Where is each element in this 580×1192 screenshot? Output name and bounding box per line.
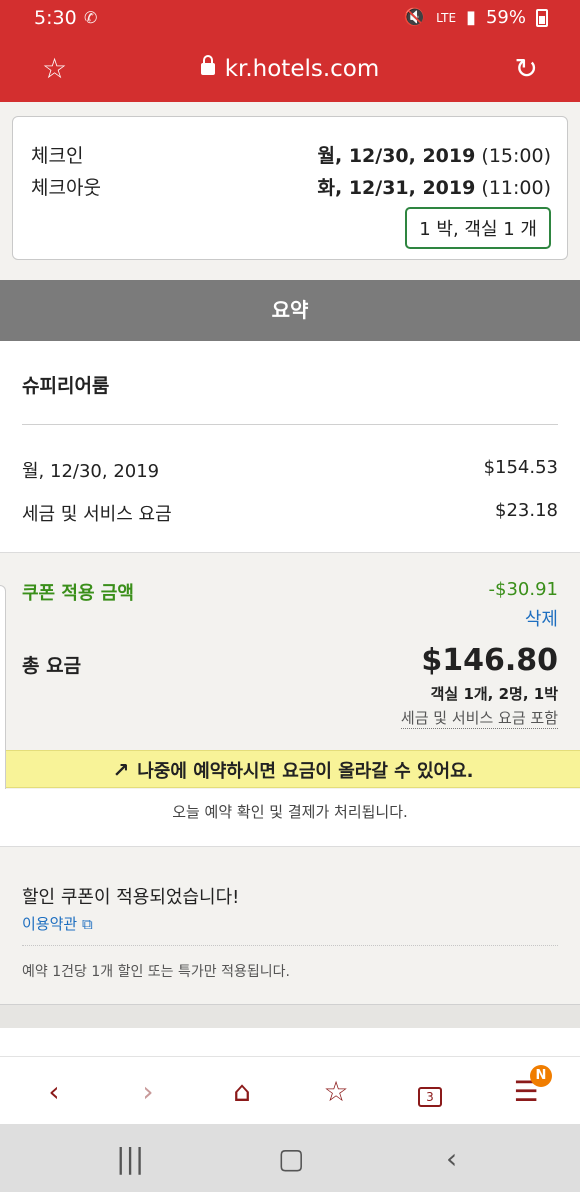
total-label: 총 요금	[22, 655, 82, 677]
coupon-label: 쿠폰 적용 금액	[22, 583, 134, 604]
checkout-day: 화, 12/31, 2019	[317, 177, 476, 199]
total-price: $146.80	[421, 643, 558, 678]
tax-included-link[interactable]: 세금 및 서비스 요금 포함	[400, 707, 558, 729]
divider	[22, 945, 558, 946]
home-button-icon[interactable]: ▢	[278, 1142, 304, 1175]
nightly-price: $154.53	[483, 457, 558, 478]
tax-row: 세금 및 서비스 요금 $23.18	[22, 500, 558, 526]
tax-label: 세금 및 서비스 요금	[22, 504, 172, 525]
total-section: 쿠폰 적용 금액 -$30.91 삭제 총 요금 $146.80 객실 1개, …	[0, 552, 580, 748]
remove-coupon-link[interactable]: 삭제	[525, 605, 558, 631]
recent-apps-icon[interactable]: |||	[116, 1142, 144, 1175]
url-field[interactable]: kr.hotels.com	[0, 55, 580, 82]
coupon-limit-note: 예약 1건당 1개 할인 또는 특가만 적용됩니다.	[22, 964, 290, 980]
reload-icon[interactable]: ↻	[515, 52, 538, 85]
status-bar: 5:30 ✆ 🔇 LTE ▮ 59%	[0, 0, 580, 36]
battery-percent: 59%	[485, 7, 526, 28]
processing-section: 오늘 예약 확인 및 결제가 처리됩니다.	[0, 789, 580, 846]
menu-icon[interactable]: ☰ N	[506, 1065, 552, 1111]
url-text: kr.hotels.com	[224, 56, 380, 82]
tabs-count: 3	[418, 1087, 442, 1107]
summary-header: 요약	[0, 280, 580, 341]
nightly-date: 월, 12/30, 2019	[22, 461, 160, 482]
forward-icon[interactable]: ›	[128, 1075, 168, 1111]
coupon-applied-message: 할인 쿠폰이 적용되었습니다!	[22, 887, 240, 908]
external-link-icon: ⧉	[81, 915, 93, 933]
browser-bottom-nav: ‹ › ⌂ ☆ 3 ☰ N	[0, 1056, 580, 1124]
trending-up-icon: ↗	[112, 758, 130, 782]
checkout-label: 체크아웃	[31, 177, 101, 199]
lte-label: LTE	[436, 10, 457, 25]
checkin-time: (15:00)	[481, 145, 551, 167]
browser-top-bar: 5:30 ✆ 🔇 LTE ▮ 59% ☆ kr.hotels.com ↻	[0, 0, 580, 102]
coupon-value: -$30.91	[488, 579, 558, 600]
room-type: 슈피리어룸	[22, 375, 110, 397]
tabs-icon[interactable]: 3	[410, 1075, 450, 1111]
checkout-value: 화, 12/31, 2019 (11:00)	[318, 173, 552, 200]
mute-icon: 🔇	[403, 7, 427, 28]
checkin-label: 체크인	[31, 145, 84, 167]
alert-text: 나중에 예약하시면 요금이 올라갈 수 있어요.	[137, 761, 474, 782]
coupon-panel: 할인 쿠폰이 적용되었습니다! 이용약관 ⧉ 예약 1건당 1개 할인 또는 특…	[0, 846, 580, 1004]
tax-price: $23.18	[495, 500, 558, 521]
home-icon[interactable]: ⌂	[222, 1075, 262, 1111]
status-time: 5:30	[34, 7, 77, 29]
stay-dates-card: 체크인 월, 12/30, 2019 (15:00) 체크아웃 화, 12/31…	[12, 116, 568, 260]
content-bottom	[0, 1028, 580, 1056]
nights-rooms-badge[interactable]: 1 박, 객실 1 개	[405, 207, 551, 249]
back-icon[interactable]: ‹	[34, 1075, 74, 1111]
status-icons: 🔇 LTE ▮ 59%	[404, 7, 548, 28]
battery-icon	[536, 8, 548, 27]
bookmarks-icon[interactable]: ☆	[316, 1075, 356, 1111]
address-bar[interactable]: ☆ kr.hotels.com ↻	[0, 44, 580, 96]
checkin-value: 월, 12/30, 2019 (15:00)	[318, 141, 552, 168]
price-breakdown: 슈피리어룸 월, 12/30, 2019 $154.53 세금 및 서비스 요금…	[0, 341, 580, 552]
nightly-price-row: 월, 12/30, 2019 $154.53	[22, 457, 558, 483]
processing-note: 오늘 예약 확인 및 결제가 처리됩니다.	[172, 803, 408, 821]
missed-call-icon: ✆	[84, 8, 98, 27]
signal-icon: ▮	[466, 7, 476, 28]
price-increase-alert: ↗ 나중에 예약하시면 요금이 올라갈 수 있어요.	[6, 750, 580, 788]
menu-badge: N	[530, 1065, 552, 1087]
divider	[22, 424, 558, 425]
checkin-day: 월, 12/30, 2019	[317, 145, 476, 167]
system-nav-bar: ||| ▢ ‹	[0, 1124, 580, 1192]
system-back-icon[interactable]: ‹	[446, 1142, 457, 1175]
terms-label: 이용약관	[22, 915, 78, 933]
checkout-time: (11:00)	[481, 177, 551, 199]
terms-link[interactable]: 이용약관 ⧉	[22, 913, 93, 934]
rooms-guests-info: 객실 1개, 2명, 1박	[430, 685, 558, 703]
section-separator	[0, 1004, 580, 1028]
lock-icon	[200, 55, 215, 75]
